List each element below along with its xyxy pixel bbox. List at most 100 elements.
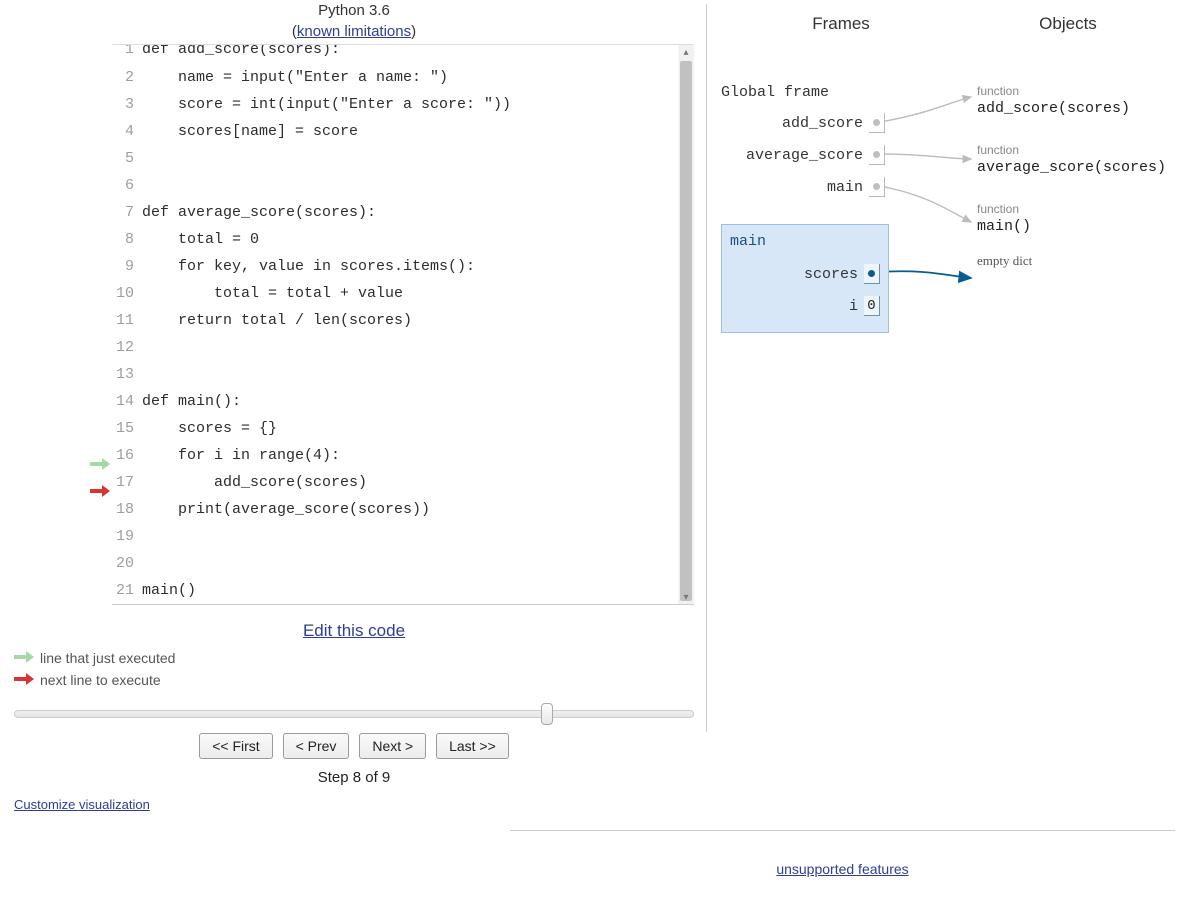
code-line: main() xyxy=(142,577,678,604)
step-slider[interactable] xyxy=(14,705,694,723)
code-line xyxy=(142,550,678,577)
code-line xyxy=(142,361,678,388)
line-number: 21 xyxy=(112,577,134,604)
code-line: score = int(input("Enter a score: ")) xyxy=(142,91,678,118)
line-number: 7 xyxy=(112,199,134,226)
legend-prev-label: line that just executed xyxy=(40,650,175,666)
line-number: 2 xyxy=(112,64,134,91)
objects-header: Objects xyxy=(961,14,1175,34)
object-item: function average_score(scores) xyxy=(977,143,1185,176)
arrow-gutter-empty xyxy=(88,558,110,585)
arrow-gutter-empty xyxy=(88,585,110,612)
scroll-thumb[interactable] xyxy=(680,61,692,601)
scroll-up-icon[interactable]: ▴ xyxy=(678,45,694,59)
arrow-gutter-empty xyxy=(88,504,110,531)
code-view: 123456789101112131415161718192021 def ad… xyxy=(112,44,694,605)
var-box xyxy=(869,113,885,133)
object-signature: average_score(scores) xyxy=(977,159,1185,176)
arrow-gutter-empty xyxy=(88,126,110,153)
viz-header: Frames Objects xyxy=(721,14,1175,34)
line-number: 3 xyxy=(112,91,134,118)
object-item: function add_score(scores) xyxy=(977,84,1185,117)
slider-track xyxy=(14,710,694,718)
customize-visualization-link[interactable]: Customize visualization xyxy=(14,797,150,812)
code-line: name = input("Enter a name: ") xyxy=(142,64,678,91)
last-button[interactable]: Last >> xyxy=(436,733,509,759)
scroll-down-icon[interactable]: ▾ xyxy=(678,590,694,604)
object-signature: empty dict xyxy=(977,253,1185,269)
line-number: 13 xyxy=(112,361,134,388)
line-number: 1 xyxy=(112,45,134,64)
line-number: 15 xyxy=(112,415,134,442)
code-line: total = 0 xyxy=(142,226,678,253)
code-line xyxy=(142,145,678,172)
next-button[interactable]: Next > xyxy=(359,733,426,759)
var-box xyxy=(869,177,885,197)
var-box xyxy=(864,264,880,284)
main-var-row: scores xyxy=(730,258,880,290)
line-number: 19 xyxy=(112,523,134,550)
prev-button[interactable]: < Prev xyxy=(283,733,350,759)
object-signature: add_score(scores) xyxy=(977,100,1185,117)
objects-column: function add_score(scores) function aver… xyxy=(977,84,1185,295)
arrow-gutter-empty xyxy=(88,72,110,99)
code-line: print(average_score(scores)) xyxy=(142,496,678,523)
arrow-gutter-empty xyxy=(88,369,110,396)
object-signature: main() xyxy=(977,218,1185,235)
edit-code-link[interactable]: Edit this code xyxy=(303,621,405,640)
var-name: scores xyxy=(804,266,858,283)
global-var-row: add_score xyxy=(721,107,885,139)
arrow-gutter-empty xyxy=(88,180,110,207)
main-var-row: i 0 xyxy=(730,290,880,322)
line-number: 8 xyxy=(112,226,134,253)
arrow-gutter-empty xyxy=(88,234,110,261)
var-name: average_score xyxy=(746,147,863,164)
global-frame-title: Global frame xyxy=(721,84,885,101)
code-line xyxy=(142,523,678,550)
code-line: total = total + value xyxy=(142,280,678,307)
line-number: 9 xyxy=(112,253,134,280)
var-box: 0 xyxy=(864,296,880,316)
arrow-gutter-empty xyxy=(88,261,110,288)
bottom-area: unsupported features xyxy=(510,830,1175,877)
var-name: add_score xyxy=(782,115,863,132)
code-line: return total / len(scores) xyxy=(142,307,678,334)
arrow-gutter-empty xyxy=(88,288,110,315)
var-box xyxy=(869,145,885,165)
line-number: 20 xyxy=(112,550,134,577)
viz-body: Global frame add_score average_score mai… xyxy=(721,44,1175,344)
code-line: def add_score(scores): xyxy=(142,45,678,64)
unsupported-features-link[interactable]: unsupported features xyxy=(776,861,908,877)
arrow-gutter-empty xyxy=(88,342,110,369)
nav-controls: << First < Prev Next > Last >> xyxy=(12,733,696,759)
arrow-prev-icon xyxy=(88,450,110,477)
language-label: Python 3.6 xyxy=(318,2,390,19)
arrow-prev-icon xyxy=(14,650,34,666)
arrow-gutter-empty xyxy=(88,315,110,342)
global-frame: Global frame add_score average_score mai… xyxy=(721,84,885,203)
legend-next-label: next line to execute xyxy=(40,672,161,688)
code-line: for key, value in scores.items(): xyxy=(142,253,678,280)
code-line: scores = {} xyxy=(142,415,678,442)
line-number: 16 xyxy=(112,442,134,469)
var-name: main xyxy=(827,179,863,196)
arrow-next-icon xyxy=(14,672,34,688)
slider-thumb[interactable] xyxy=(541,703,553,725)
code-line: add_score(scores) xyxy=(142,469,678,496)
object-item: empty dict xyxy=(977,253,1185,269)
code-line: def main(): xyxy=(142,388,678,415)
code-line: scores[name] = score xyxy=(142,118,678,145)
step-label: Step 8 of 9 xyxy=(12,769,696,786)
line-number: 14 xyxy=(112,388,134,415)
first-button[interactable]: << First xyxy=(199,733,272,759)
code-line xyxy=(142,172,678,199)
line-number: 12 xyxy=(112,334,134,361)
line-number: 18 xyxy=(112,496,134,523)
line-number: 4 xyxy=(112,118,134,145)
known-limitations-link[interactable]: known limitations xyxy=(297,23,411,40)
arrow-gutter-empty xyxy=(88,531,110,558)
code-scrollbar[interactable]: ▴ ▾ xyxy=(678,45,694,604)
line-number: 5 xyxy=(112,145,134,172)
line-number: 10 xyxy=(112,280,134,307)
code-header: Python 3.6 (known limitations) xyxy=(12,0,696,42)
